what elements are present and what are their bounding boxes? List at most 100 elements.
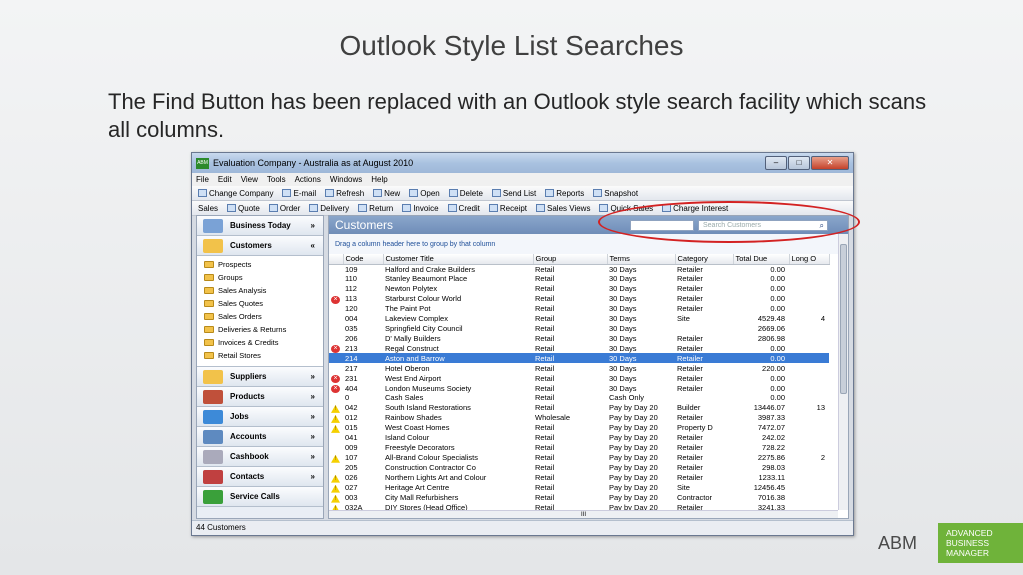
table-row[interactable]: 206 D' Mally Builders Retail 30 Days Retaile… xyxy=(329,333,829,343)
column-header-group[interactable]: Group xyxy=(533,254,608,265)
toolbar-sales-button[interactable]: Sales xyxy=(198,204,218,213)
toolbar-delete-button[interactable]: Delete xyxy=(448,189,483,198)
table-row[interactable]: 214 Aston and Barrow Retail 30 Days Retailer… xyxy=(329,353,829,364)
nav-item-prospects[interactable]: Prospects xyxy=(197,258,323,271)
table-row[interactable]: 009 Freestyle Decorators Retail Pay by Day … xyxy=(329,443,829,453)
table-row[interactable]: ! 026 Northern Lights Art and Colour Retail… xyxy=(329,473,829,483)
nav-item-sales-analysis[interactable]: Sales Analysis xyxy=(197,284,323,297)
search-icon[interactable]: ⌕ xyxy=(820,221,824,230)
chevron-icon[interactable]: » xyxy=(311,412,315,421)
nav-section-products[interactable]: Products » xyxy=(197,387,323,407)
table-row[interactable]: × 113 Starburst Colour World Retail 30 Days R… xyxy=(329,294,829,304)
toolbar-quick-sales-button[interactable]: Quick Sales xyxy=(599,204,653,213)
toolbar-snapshot-button[interactable]: Snapshot xyxy=(593,189,638,198)
nav-section-label: Jobs xyxy=(230,412,249,421)
table-row[interactable]: ! 042 South Island Restorations Retail Pay b… xyxy=(329,403,829,413)
nav-item-retail-stores[interactable]: Retail Stores xyxy=(197,349,323,362)
table-row[interactable]: ! 027 Heritage Art Centre Retail Pay by Day … xyxy=(329,483,829,493)
table-row[interactable]: 217 Hotel Oberon Retail 30 Days Retailer 220.… xyxy=(329,363,829,373)
nav-item-deliveries-returns[interactable]: Deliveries & Returns xyxy=(197,323,323,336)
search-input[interactable]: Search Customers ⌕ xyxy=(698,220,828,231)
chevron-icon[interactable]: » xyxy=(311,472,315,481)
column-header-long-o[interactable]: Long O xyxy=(789,254,830,265)
toolbar-reports-button[interactable]: Reports xyxy=(545,189,584,198)
table-row[interactable]: × 213 Regal Construct Retail 30 Days Retailer… xyxy=(329,343,829,354)
table-row[interactable]: 004 Lakeview Complex Retail 30 Days Site 4529… xyxy=(329,314,829,324)
table-row[interactable]: 110 Stanley Beaumont Place Retail 30 Days Re… xyxy=(329,274,829,284)
toolbar-sales-views-button[interactable]: Sales Views xyxy=(536,204,590,213)
toolbar-charge-interest-button[interactable]: Charge Interest xyxy=(662,204,728,213)
table-row[interactable]: 120 The Paint Pot Retail 30 Days Retailer 0.0… xyxy=(329,304,829,314)
nav-section-customers[interactable]: Customers « xyxy=(197,236,323,256)
table-row[interactable]: 035 Springfield City Council Retail 30 Days… xyxy=(329,323,829,333)
menu-file[interactable]: File xyxy=(196,175,209,184)
nav-section-cashbook[interactable]: Cashbook » xyxy=(197,447,323,467)
nav-item-groups[interactable]: Groups xyxy=(197,271,323,284)
table-row[interactable]: 109 Halford and Crake Builders Retail 30 Da… xyxy=(329,264,829,274)
table-row[interactable]: ! 107 All-Brand Colour Specialists Retail Pa… xyxy=(329,453,829,463)
search-scope-field[interactable] xyxy=(630,220,694,231)
nav-section-contacts[interactable]: Contacts » xyxy=(197,467,323,487)
column-header-category[interactable]: Category xyxy=(675,254,734,265)
menu-help[interactable]: Help xyxy=(371,175,387,184)
toolbar-order-button[interactable]: Order xyxy=(268,204,300,213)
menu-edit[interactable]: Edit xyxy=(218,175,232,184)
table-row[interactable]: 041 Island Colour Retail Pay by Day 20 Retai… xyxy=(329,433,829,443)
menu-actions[interactable]: Actions xyxy=(295,175,321,184)
window-titlebar[interactable]: ABM Evaluation Company - Australia as at… xyxy=(192,153,853,173)
toolbar-quote-button[interactable]: Quote xyxy=(227,204,260,213)
nav-section-business-today[interactable]: Business Today » xyxy=(197,216,323,236)
toolbar-open-button[interactable]: Open xyxy=(409,189,440,198)
table-row[interactable]: ! 003 City Mall Refurbishers Retail Pay by D… xyxy=(329,493,829,503)
toolbar-receipt-button[interactable]: Receipt xyxy=(488,204,527,213)
close-button[interactable]: ✕ xyxy=(811,156,849,170)
vertical-scrollbar[interactable] xyxy=(838,234,848,510)
toolbar-delivery-button[interactable]: Delivery xyxy=(309,204,349,213)
toolbar-invoice-button[interactable]: Invoice xyxy=(402,204,439,213)
nav-item-sales-quotes[interactable]: Sales Quotes xyxy=(197,297,323,310)
table-row[interactable]: 112 Newton Polytex Retail 30 Days Retailer 0.… xyxy=(329,284,829,294)
toolbar-send-list-button[interactable]: Send List xyxy=(491,189,536,198)
toolbar-new-button[interactable]: New xyxy=(373,189,400,198)
nav-section-service-calls[interactable]: Service Calls xyxy=(197,487,323,507)
table-row[interactable]: ! 015 West Coast Homes Retail Pay by Day 20 P… xyxy=(329,423,829,433)
app-window: ABM Evaluation Company - Australia as at… xyxy=(191,152,854,536)
column-header-total-due[interactable]: Total Due xyxy=(733,254,790,265)
toolbar-e-mail-button[interactable]: E-mail xyxy=(282,189,316,198)
chevron-icon[interactable]: » xyxy=(311,392,315,401)
table-row[interactable]: × 404 London Museums Society Retail 30 Days R… xyxy=(329,383,829,394)
table-row[interactable]: ! 012 Rainbow Shades Wholesale Pay by Day 20… xyxy=(329,413,829,423)
table-row[interactable]: 205 Construction Contractor Co Retail Pay b… xyxy=(329,463,829,473)
column-header-customer-title[interactable]: Customer Title xyxy=(383,254,534,265)
group-by-bar[interactable]: Drag a column header here to group by th… xyxy=(329,234,848,254)
nav-section-suppliers[interactable]: Suppliers » xyxy=(197,367,323,387)
open-icon xyxy=(409,189,419,198)
nav-item-sales-orders[interactable]: Sales Orders xyxy=(197,310,323,323)
column-header-code[interactable]: Code xyxy=(343,254,384,265)
table-row[interactable]: × 231 West End Airport Retail 30 Days Retaile… xyxy=(329,373,829,384)
horizontal-scrollbar[interactable]: III xyxy=(329,510,838,518)
nav-section-jobs[interactable]: Jobs » xyxy=(197,407,323,427)
column-header-terms[interactable]: Terms xyxy=(607,254,676,265)
cell-group: Wholesale xyxy=(535,413,571,423)
scroll-thumb[interactable] xyxy=(840,244,847,394)
toolbar-refresh-button[interactable]: Refresh xyxy=(325,189,364,198)
chevron-icon[interactable]: » xyxy=(311,452,315,461)
cell-code: 120 xyxy=(345,304,358,314)
chevron-icon[interactable]: » xyxy=(311,432,315,441)
toolbar-return-button[interactable]: Return xyxy=(358,204,393,213)
maximize-button[interactable]: □ xyxy=(788,156,810,170)
menu-tools[interactable]: Tools xyxy=(267,175,286,184)
chevron-icon[interactable]: » xyxy=(311,372,315,381)
nav-section-accounts[interactable]: Accounts » xyxy=(197,427,323,447)
minimize-button[interactable]: – xyxy=(765,156,787,170)
menu-view[interactable]: View xyxy=(241,175,258,184)
menu-windows[interactable]: Windows xyxy=(330,175,362,184)
table-row[interactable]: 0 Cash Sales Retail Cash Only 0.00 xyxy=(329,393,829,403)
toolbar-change-company-button[interactable]: Change Company xyxy=(198,189,273,198)
chevron-icon[interactable]: « xyxy=(311,241,315,250)
toolbar-credit-button[interactable]: Credit xyxy=(447,204,480,213)
nav-item-invoices-credits[interactable]: Invoices & Credits xyxy=(197,336,323,349)
chevron-icon[interactable]: » xyxy=(311,221,315,230)
column-header-status[interactable] xyxy=(329,254,344,265)
